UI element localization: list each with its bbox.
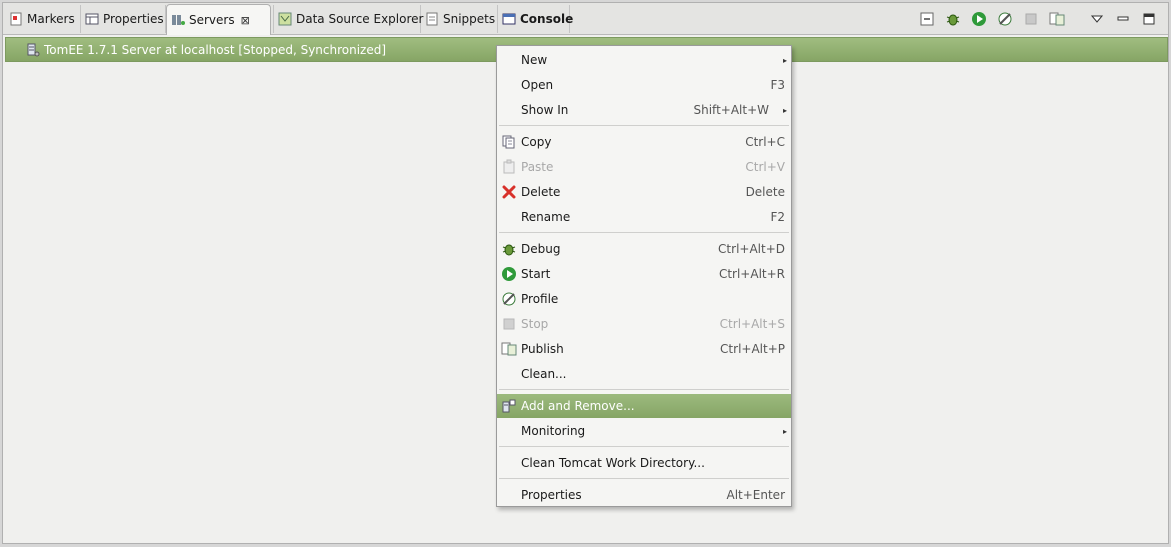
menu-item-label: Open (521, 78, 554, 92)
menu-item-clean[interactable]: Clean... (497, 362, 791, 386)
menu-item-label: Copy (521, 135, 552, 149)
menu-separator (499, 125, 789, 126)
markers-icon (9, 12, 23, 26)
menu-separator (499, 389, 789, 390)
menu-item-shortcut: Ctrl+Alt+D (718, 242, 785, 256)
menu-separator (499, 232, 789, 233)
tab-label: Snippets (443, 12, 496, 26)
menu-separator (499, 478, 789, 479)
menu-item-label: Profile (521, 292, 559, 306)
menu-item-shortcut: Shift+Alt+W (693, 103, 770, 117)
tab-label: Data Source Explorer (296, 12, 424, 26)
menu-item-shortcut: Ctrl+Alt+R (718, 267, 785, 281)
data-source-icon (278, 12, 292, 26)
tab-console[interactable]: Console (498, 5, 574, 33)
menu-item-monitoring[interactable]: Monitoring ▸ (497, 419, 791, 443)
submenu-arrow-icon: ▸ (782, 105, 787, 115)
minimize-icon[interactable] (1114, 10, 1132, 28)
publish-icon[interactable] (1048, 10, 1066, 28)
menu-item-properties[interactable]: Properties Alt+Enter (497, 483, 791, 507)
tab-properties[interactable]: Properties (81, 5, 166, 33)
menu-item-label: New (521, 53, 548, 67)
stop-icon (501, 316, 517, 332)
snippets-icon (425, 12, 439, 26)
start-icon[interactable] (970, 10, 988, 28)
menu-item-label: Publish (521, 342, 564, 356)
profile-icon[interactable] (996, 10, 1014, 28)
menu-item-label: Add and Remove... (521, 399, 635, 413)
debug-icon[interactable] (944, 10, 962, 28)
stop-icon[interactable] (1022, 10, 1040, 28)
menu-item-label: Clean... (521, 367, 567, 381)
menu-item-shortcut: Delete (745, 185, 785, 199)
tab-snippets[interactable]: Snippets (421, 5, 498, 33)
menu-item-shortcut: F2 (770, 210, 785, 224)
menu-item-delete[interactable]: Delete Delete (497, 180, 791, 204)
menu-item-shortcut: Alt+Enter (726, 488, 785, 502)
submenu-arrow-icon: ▸ (782, 55, 787, 65)
menu-item-show-in[interactable]: Show In Shift+Alt+W ▸ (497, 98, 791, 122)
submenu-arrow-icon: ▸ (782, 426, 787, 436)
menu-item-label: Monitoring (521, 424, 586, 438)
context-menu: New ▸ Open F3 Show In Shift+Alt+W ▸ Copy… (496, 45, 792, 507)
publish-icon (501, 341, 517, 357)
menu-item-shortcut: Ctrl+Alt+P (720, 342, 785, 356)
tab-markers[interactable]: Markers (5, 5, 81, 33)
tab-label: Servers (189, 13, 235, 27)
copy-icon (501, 134, 517, 150)
tab-label: Markers (27, 12, 75, 26)
profile-icon (501, 291, 517, 307)
menu-item-stop: Stop Ctrl+Alt+S (497, 312, 791, 336)
delete-icon (501, 184, 517, 200)
tab-servers[interactable]: Servers ⊠ (166, 4, 271, 35)
menu-item-label: Properties (521, 488, 582, 502)
debug-icon (501, 241, 517, 257)
menu-item-start[interactable]: Start Ctrl+Alt+R (497, 262, 791, 286)
menu-item-shortcut: Ctrl+Alt+S (719, 317, 785, 331)
view-toolbar (910, 9, 1158, 29)
menu-item-label: Stop (521, 317, 549, 331)
paste-icon (501, 159, 517, 175)
properties-icon (85, 12, 99, 26)
tab-data-source-explorer[interactable]: Data Source Explorer (273, 5, 424, 33)
add-remove-icon (501, 398, 517, 414)
menu-item-shortcut: Ctrl+V (745, 160, 785, 174)
menu-item-label: Show In (521, 103, 569, 117)
view-tab-bar: Markers Properties Servers ⊠ Data Source… (3, 3, 1168, 35)
menu-item-paste: Paste Ctrl+V (497, 155, 791, 179)
view-menu-icon[interactable] (1088, 10, 1106, 28)
menu-item-label: Rename (521, 210, 571, 224)
close-icon[interactable]: ⊠ (241, 14, 250, 27)
menu-item-shortcut: Ctrl+C (745, 135, 785, 149)
server-icon (26, 43, 40, 57)
console-icon (502, 12, 516, 26)
menu-item-shortcut: F3 (770, 78, 785, 92)
menu-item-open[interactable]: Open F3 (497, 73, 791, 97)
menu-item-debug[interactable]: Debug Ctrl+Alt+D (497, 237, 791, 261)
menu-item-clean-tomcat-work-directory[interactable]: Clean Tomcat Work Directory... (497, 451, 791, 475)
start-icon (501, 266, 517, 282)
tab-label: Console (520, 12, 574, 26)
menu-item-publish[interactable]: Publish Ctrl+Alt+P (497, 337, 791, 361)
menu-item-copy[interactable]: Copy Ctrl+C (497, 130, 791, 154)
maximize-icon[interactable] (1140, 10, 1158, 28)
menu-item-rename[interactable]: Rename F2 (497, 205, 791, 229)
menu-item-label: Start (521, 267, 551, 281)
server-label: TomEE 1.7.1 Server at localhost [Stopped… (44, 42, 387, 57)
tab-label: Properties (103, 12, 164, 26)
servers-icon (171, 13, 185, 27)
collapse-icon[interactable] (918, 10, 936, 28)
menu-item-label: Clean Tomcat Work Directory... (521, 456, 705, 470)
menu-item-profile[interactable]: Profile (497, 287, 791, 311)
menu-item-label: Delete (521, 185, 561, 199)
menu-item-label: Paste (521, 160, 554, 174)
menu-item-add-and-remove[interactable]: Add and Remove... (497, 394, 791, 418)
menu-item-label: Debug (521, 242, 561, 256)
menu-item-new[interactable]: New ▸ (497, 48, 791, 72)
menu-separator (499, 446, 789, 447)
